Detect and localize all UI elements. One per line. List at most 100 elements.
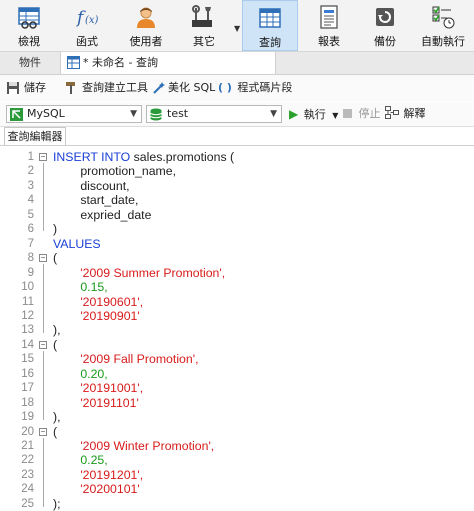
- code-line[interactable]: 3 discount,: [0, 179, 474, 193]
- code-line[interactable]: 17 '20191001',: [0, 381, 474, 395]
- code-line[interactable]: 21 '2009 Winter Promotion',: [0, 439, 474, 453]
- code-line[interactable]: 9 '2009 Summer Promotion',: [0, 266, 474, 280]
- report-icon: [320, 5, 338, 29]
- code-line[interactable]: 14−(: [0, 338, 474, 352]
- line-number: 20: [21, 425, 34, 438]
- code-text: '20200101': [53, 482, 140, 497]
- ribbon-user-label: 使用者: [129, 35, 163, 48]
- code-line[interactable]: 24 '20200101': [0, 482, 474, 496]
- line-number: 13: [21, 324, 34, 337]
- code-line[interactable]: 16 0.20,: [0, 367, 474, 381]
- ribbon-view-button[interactable]: 檢視: [2, 0, 56, 51]
- code-token: '20190601',: [53, 294, 144, 309]
- code-token: '2009 Summer Promotion',: [53, 265, 226, 280]
- code-line[interactable]: 18 '20191101': [0, 396, 474, 410]
- ribbon-other-button[interactable]: ▼ 其它: [178, 0, 240, 51]
- mysql-connection-icon: [10, 108, 23, 121]
- ribbon-user-button[interactable]: 使用者: [118, 0, 174, 51]
- line-number: 21: [21, 440, 34, 452]
- explain-button[interactable]: 解釋: [385, 105, 426, 123]
- code-token: sales.promotions (: [133, 150, 235, 164]
- stop-button[interactable]: 停止: [343, 105, 381, 123]
- code-text: ),: [53, 410, 61, 424]
- code-text: ): [53, 222, 57, 236]
- line-number: 5: [27, 208, 34, 221]
- code-token: '20200101': [53, 482, 140, 497]
- code-token: '20191101': [53, 395, 139, 410]
- code-line[interactable]: 25);: [0, 497, 474, 511]
- fold-toggle-icon[interactable]: −: [39, 427, 47, 436]
- code-line[interactable]: 2 promotion_name,: [0, 164, 474, 178]
- code-line[interactable]: 20−(: [0, 425, 474, 439]
- code-line[interactable]: 5 expried_date: [0, 208, 474, 222]
- code-line[interactable]: 22 0.25,: [0, 453, 474, 467]
- code-text: '20190601',: [53, 295, 143, 309]
- code-line[interactable]: 11 '20190601',: [0, 295, 474, 309]
- code-line[interactable]: 4 start_date,: [0, 193, 474, 207]
- code-line[interactable]: 23 '20191201',: [0, 468, 474, 482]
- tools-icon: [192, 5, 212, 27]
- chevron-down-icon[interactable]: ▼: [234, 24, 240, 33]
- tab-query-editor[interactable]: 查詢編輯器: [4, 127, 66, 145]
- code-token: INSERT INTO: [53, 150, 134, 164]
- code-token: '2009 Winter Promotion',: [53, 439, 215, 453]
- code-line[interactable]: 19),: [0, 410, 474, 424]
- tab-query-label: * 未命名 - 查詢: [83, 56, 158, 69]
- line-number: 16: [21, 367, 34, 380]
- code-line[interactable]: 10 0.15,: [0, 280, 474, 294]
- ribbon-query-button[interactable]: 查詢: [242, 0, 298, 51]
- grid-view-icon: [18, 7, 40, 29]
- line-number: 11: [22, 295, 34, 308]
- tab-objects[interactable]: 物件: [0, 52, 60, 74]
- code-line[interactable]: 13),: [0, 323, 474, 337]
- fold-toggle-icon[interactable]: −: [39, 340, 47, 349]
- line-number: 7: [27, 237, 34, 250]
- database-select[interactable]: test ▼: [146, 105, 282, 123]
- code-token: ),: [53, 410, 61, 425]
- code-text: '20190901': [53, 309, 139, 323]
- code-snippet-button[interactable]: ( ) 程式碼片段: [218, 79, 292, 97]
- chevron-down-icon: ▼: [130, 109, 137, 119]
- connection-type-select[interactable]: MySQL ▼: [6, 105, 142, 123]
- code-line[interactable]: 6): [0, 222, 474, 236]
- query-builder-button[interactable]: 查詢建立工具: [64, 79, 148, 97]
- code-token: '20191001',: [53, 381, 144, 396]
- code-line[interactable]: 8−(: [0, 251, 474, 265]
- code-line[interactable]: 7 VALUES: [0, 237, 474, 251]
- fold-toggle-icon[interactable]: −: [39, 153, 47, 161]
- line-number: 2: [27, 165, 34, 178]
- beautify-sql-button[interactable]: 美化 SQL: [152, 79, 215, 97]
- code-text: 0.15,: [53, 280, 108, 295]
- run-label: 執行: [303, 108, 326, 121]
- sql-editor[interactable]: 1− INSERT INTO sales.promotions (2 promot…: [0, 146, 474, 511]
- code-line[interactable]: 12 '20190901': [0, 309, 474, 323]
- line-number: 3: [27, 179, 34, 192]
- ribbon-view-label: 檢視: [18, 35, 40, 48]
- line-number: 1: [27, 151, 34, 163]
- chevron-down-icon: ▼: [270, 109, 277, 119]
- chevron-down-icon[interactable]: ▼: [332, 111, 338, 120]
- code-text: '20191201',: [53, 468, 143, 482]
- save-button[interactable]: 儲存: [6, 79, 46, 97]
- code-token: promotion_name,: [53, 164, 177, 179]
- code-text: (: [53, 251, 57, 265]
- run-button[interactable]: ▶ 執行 ▼: [289, 105, 338, 123]
- ribbon-backup-button[interactable]: 備份: [358, 0, 412, 51]
- ribbon-report-button[interactable]: 報表: [302, 0, 356, 51]
- code-text: VALUES: [53, 237, 101, 251]
- line-number: 4: [27, 194, 34, 207]
- code-token: 0.15,: [53, 280, 108, 295]
- parentheses-icon: ( ): [218, 81, 232, 94]
- ribbon-function-button[interactable]: f (x) 函式: [60, 0, 114, 51]
- fold-toggle-icon[interactable]: −: [39, 254, 47, 263]
- line-number: 10: [21, 281, 34, 294]
- tab-query[interactable]: * 未命名 - 查詢: [60, 52, 276, 74]
- code-line[interactable]: 1− INSERT INTO sales.promotions (: [0, 150, 474, 164]
- ribbon-automation-button[interactable]: 自動執行: [414, 0, 472, 51]
- automation-icon: [432, 6, 455, 29]
- code-token: '20191201',: [53, 467, 144, 482]
- code-text: 0.20,: [53, 367, 107, 381]
- code-line[interactable]: 15 '2009 Fall Promotion',: [0, 352, 474, 366]
- line-number: 25: [21, 497, 34, 510]
- main-ribbon: 檢視 f (x) 函式 使用者 ▼ 其它 查詢 報表 備份 自動執行: [0, 0, 474, 52]
